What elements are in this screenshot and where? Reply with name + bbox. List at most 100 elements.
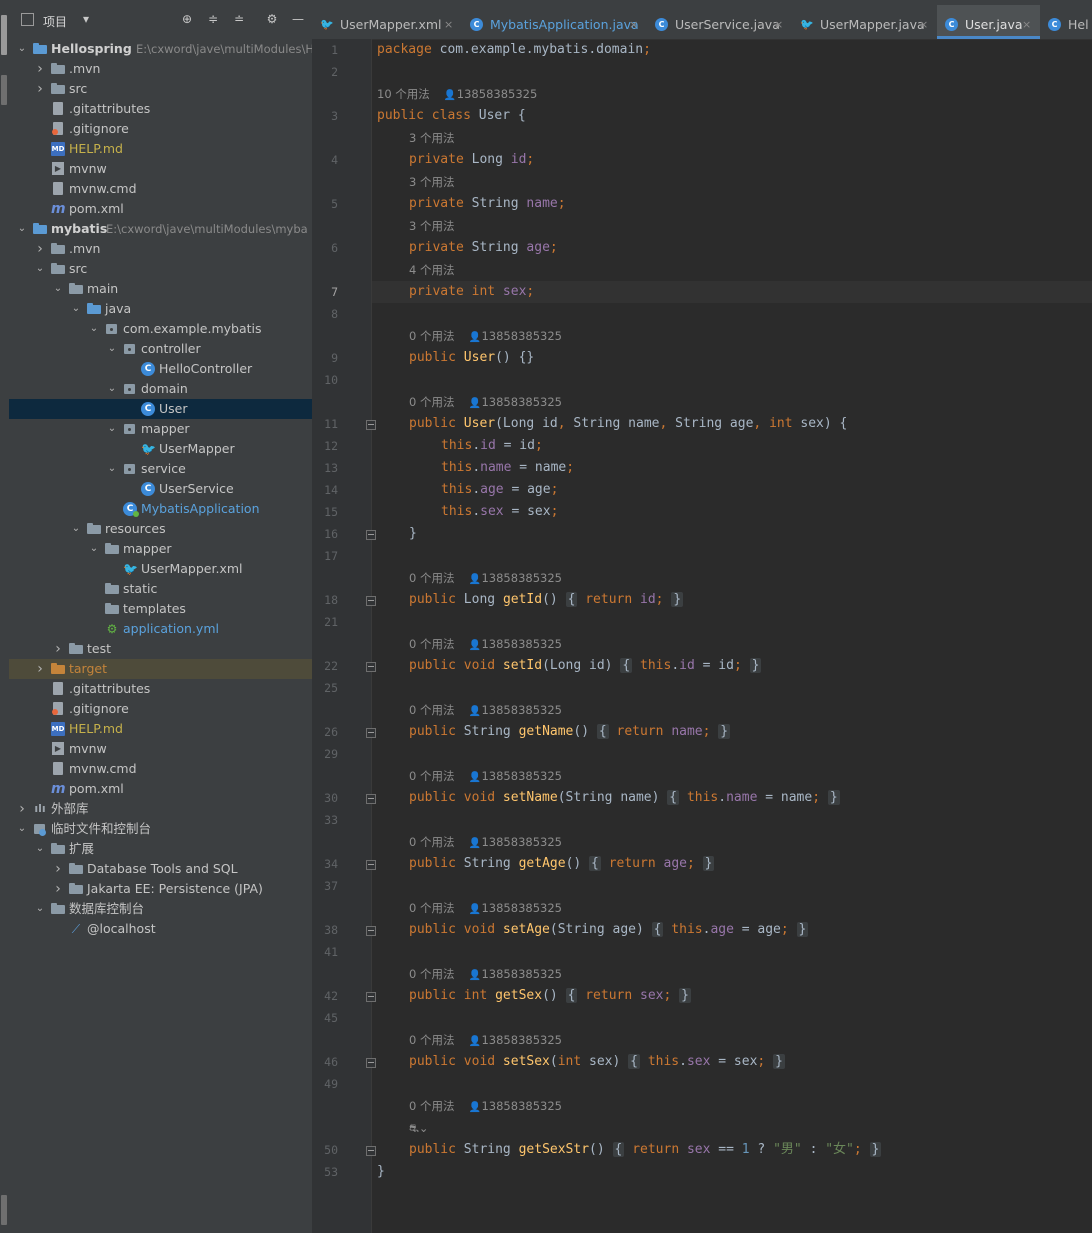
close-icon[interactable]: ×	[919, 5, 928, 39]
usage-hint[interactable]: 0 个用法 👤13858385325	[409, 394, 562, 410]
tree-item[interactable]: MD HELP.md	[9, 719, 312, 739]
code-line[interactable]: this.name = name;	[441, 457, 574, 479]
chevron-down-icon[interactable]: ⌄	[87, 319, 101, 339]
close-icon[interactable]: ×	[444, 5, 453, 39]
code-line[interactable]: }	[377, 1161, 385, 1183]
editor-tab[interactable]: C Hel	[1040, 5, 1092, 39]
chevron-down-icon[interactable]: ⌄	[105, 459, 119, 479]
tree-item[interactable]: .gitattributes	[9, 679, 312, 699]
chevron-right-icon[interactable]: ›	[51, 879, 65, 899]
usage-hint[interactable]: 0 个用法 👤13858385325	[409, 636, 562, 652]
commit-tool-button[interactable]	[1, 75, 7, 105]
usage-hint[interactable]: 4 个用法	[409, 262, 454, 278]
usage-hint[interactable]: 0 个用法 👤13858385325	[409, 328, 562, 344]
tree-item[interactable]: ⟋ @localhost	[9, 919, 312, 939]
collapse-all-icon[interactable]: ≐	[232, 12, 246, 26]
expand-all-icon[interactable]: ≑	[206, 12, 220, 26]
usage-hint[interactable]: 3 个用法	[409, 130, 454, 146]
code-line[interactable]: public void setSex(int sex) { this.sex =…	[409, 1051, 785, 1073]
tree-item[interactable]: C HelloController	[9, 359, 312, 379]
editor-tab[interactable]: 🐦 UserMapper.xml ×	[312, 5, 462, 39]
chevron-right-icon[interactable]: ›	[33, 59, 47, 79]
close-icon[interactable]: ×	[629, 5, 638, 39]
tree-item[interactable]: › target	[9, 659, 312, 679]
tree-item[interactable]: m pom.xml	[9, 199, 312, 219]
tree-item[interactable]: mvnw.cmd	[9, 759, 312, 779]
tree-item[interactable]: ⌄ 数据库控制台	[9, 899, 312, 919]
editor-tab[interactable]: C User.java ×	[937, 5, 1040, 39]
code-view[interactable]: package com.example.mybatis.domain; 10 个用…	[372, 39, 1092, 1233]
code-line[interactable]: private Long id;	[409, 149, 534, 171]
tree-item[interactable]: ⌄ mapper	[9, 539, 312, 559]
tree-item[interactable]: ⌄ service	[9, 459, 312, 479]
tree-item[interactable]: C MybatisApplication	[9, 499, 312, 519]
tree-item[interactable]: ⌄ domain	[9, 379, 312, 399]
code-line[interactable]: }	[409, 523, 417, 545]
code-line[interactable]: private String age;	[409, 237, 558, 259]
tree-item[interactable]: › .mvn	[9, 239, 312, 259]
tree-item[interactable]: mvnw.cmd	[9, 179, 312, 199]
chevron-right-icon[interactable]: ›	[33, 239, 47, 259]
chevron-right-icon[interactable]: ›	[51, 639, 65, 659]
usage-hint[interactable]: 0 个用法 👤13858385325	[409, 570, 562, 586]
tree-item[interactable]: ⌄ Hellospring E:\cxword\jave\multiModules\…	[9, 39, 312, 59]
code-line[interactable]: public void setName(String name) { this.…	[409, 787, 840, 809]
code-line[interactable]: private String name;	[409, 193, 566, 215]
chevron-down-icon[interactable]: ⌄	[33, 899, 47, 919]
chevron-down-icon[interactable]: ⌄	[33, 259, 47, 279]
close-icon[interactable]: ×	[774, 5, 783, 39]
tree-item[interactable]: 🐦 UserMapper.xml	[9, 559, 312, 579]
code-line[interactable]: public class User {	[377, 105, 526, 127]
tree-item[interactable]: .gitattributes	[9, 99, 312, 119]
code-line[interactable]: private int sex;	[409, 281, 534, 303]
tree-item[interactable]: mvnw	[9, 739, 312, 759]
project-tool-button[interactable]	[1, 15, 7, 55]
code-line[interactable]: public String getName() { return name; }	[409, 721, 731, 743]
code-line[interactable]: public User() {}	[409, 347, 534, 369]
chevron-down-icon[interactable]: ⌄	[87, 539, 101, 559]
chevron-down-icon[interactable]: ⌄	[15, 39, 29, 59]
usage-hint[interactable]: 0 个用法 👤13858385325	[409, 1098, 562, 1114]
code-line[interactable]: public Long getId() { return id; }	[409, 589, 684, 611]
tree-item[interactable]: ⌄ mybatis E:\cxword\jave\multiModules\myba	[9, 219, 312, 239]
tree-item[interactable]: › Jakarta EE: Persistence (JPA)	[9, 879, 312, 899]
tree-item[interactable]: ⌄ src	[9, 259, 312, 279]
chevron-down-icon[interactable]: ⌄	[33, 839, 47, 859]
tree-item[interactable]: ⚙ application.yml	[9, 619, 312, 639]
chevron-down-icon[interactable]: ⌄	[15, 219, 29, 239]
chevron-right-icon[interactable]: ›	[51, 859, 65, 879]
project-panel-title[interactable]: 项目	[43, 13, 67, 30]
tree-item[interactable]: › .mvn	[9, 59, 312, 79]
chevron-down-icon[interactable]: ⌄	[69, 299, 83, 319]
chevron-right-icon[interactable]: ›	[33, 79, 47, 99]
chevron-right-icon[interactable]: ›	[15, 799, 29, 819]
code-line[interactable]: public User(Long id, String name, String…	[409, 413, 847, 435]
tree-item[interactable]: mvnw	[9, 159, 312, 179]
chevron-down-icon[interactable]: ⌄	[105, 379, 119, 399]
tree-item[interactable]: ⌄ mapper	[9, 419, 312, 439]
usage-hint[interactable]: 0 个用法 👤13858385325	[409, 702, 562, 718]
close-icon[interactable]: ×	[1022, 5, 1031, 39]
code-line[interactable]: package com.example.mybatis.domain;	[377, 39, 651, 61]
tree-item[interactable]: ⌄ 临时文件和控制台	[9, 819, 312, 839]
tree-item[interactable]: 🐦 UserMapper	[9, 439, 312, 459]
tree-item[interactable]: › Database Tools and SQL	[9, 859, 312, 879]
tree-item[interactable]: static	[9, 579, 312, 599]
tree-item[interactable]: ⌄ resources	[9, 519, 312, 539]
tree-item[interactable]: ⌄ com.example.mybatis	[9, 319, 312, 339]
tree-item[interactable]: ⌄ 扩展	[9, 839, 312, 859]
chevron-down-icon[interactable]: ⌄	[51, 279, 65, 299]
tree-item[interactable]: .gitignore	[9, 119, 312, 139]
code-line[interactable]: public void setAge(String age) { this.ag…	[409, 919, 809, 941]
gear-icon[interactable]: ⚙	[265, 12, 279, 26]
structure-tool-button[interactable]	[1, 1195, 7, 1225]
minimize-icon[interactable]: —	[291, 12, 305, 26]
editor-tab[interactable]: C UserService.java ×	[647, 5, 792, 39]
usage-hint[interactable]: 0 个用法 👤13858385325	[409, 1032, 562, 1048]
usage-hint[interactable]: 0 个用法 👤13858385325	[409, 834, 562, 850]
tree-item[interactable]: C UserService	[9, 479, 312, 499]
chevron-right-icon[interactable]: ›	[33, 659, 47, 679]
usage-hint[interactable]: 3 个用法	[409, 174, 454, 190]
code-line[interactable]: public int getSex() { return sex; }	[409, 985, 691, 1007]
tree-item[interactable]: ⌄ java	[9, 299, 312, 319]
